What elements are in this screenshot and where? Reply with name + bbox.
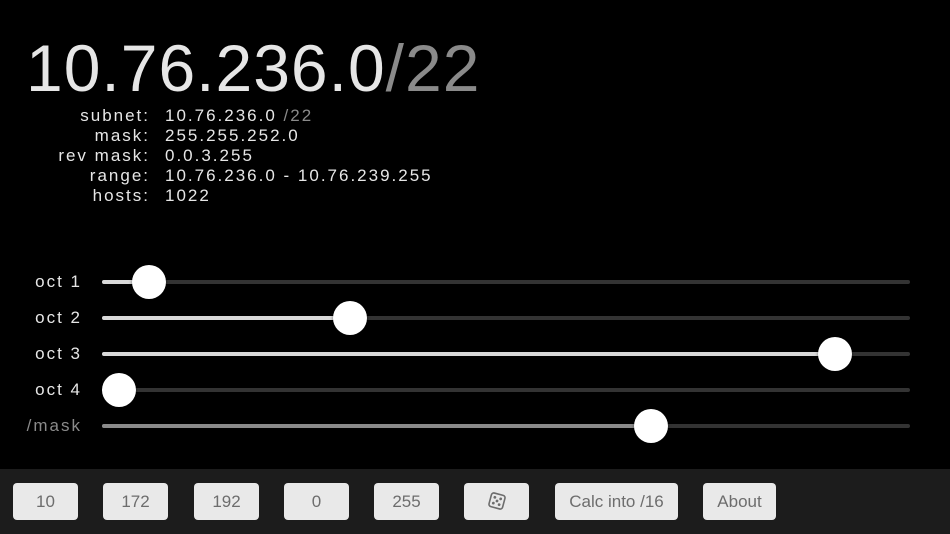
slider-mask: /mask <box>0 408 950 444</box>
slider-track-oct-3[interactable] <box>102 337 910 371</box>
hosts-value: 1022 <box>165 186 211 205</box>
slider-track-oct-2[interactable] <box>102 301 910 335</box>
slider-label-oct-1: oct 1 <box>35 272 82 291</box>
title-ip: 10.76.236.0 <box>26 31 386 105</box>
slider-oct-1: oct 1 <box>0 264 950 300</box>
preset-192-button[interactable]: 192 <box>194 483 259 520</box>
preset-255-button[interactable]: 255 <box>374 483 439 520</box>
slider-label-oct-2: oct 2 <box>35 308 82 327</box>
range-label: range: <box>89 166 150 185</box>
slider-thumb-oct-4[interactable] <box>102 373 136 407</box>
slider-track-oct-4[interactable] <box>102 373 910 407</box>
subnet-cidr: /22 <box>283 106 314 125</box>
range-value: 10.76.236.0 - 10.76.239.255 <box>165 166 433 185</box>
slider-fill-oct-2 <box>102 316 350 320</box>
slider-thumb-oct-2[interactable] <box>332 301 367 335</box>
slider-fill-mask <box>102 424 652 428</box>
hosts-label: hosts: <box>92 186 150 205</box>
preset-0-button[interactable]: 0 <box>284 483 349 520</box>
slider-oct-4: oct 4 <box>0 372 950 408</box>
slider-oct-3: oct 3 <box>0 336 950 372</box>
slider-thumb-mask[interactable] <box>634 409 669 443</box>
slider-track-oct-1[interactable] <box>102 265 910 299</box>
random-button[interactable] <box>464 483 529 520</box>
slider-thumb-oct-1[interactable] <box>132 265 167 299</box>
mask-value: 255.255.252.0 <box>165 126 300 145</box>
title-cidr: /22 <box>385 31 481 105</box>
slider-label-oct-3: oct 3 <box>35 344 82 363</box>
rev-mask-value: 0.0.3.255 <box>165 146 254 165</box>
dice-icon <box>487 492 506 510</box>
calc-into-16-button[interactable]: Calc into /16 <box>555 483 678 520</box>
about-button[interactable]: About <box>703 483 776 520</box>
subnet-label: subnet: <box>80 106 150 125</box>
slider-thumb-oct-3[interactable] <box>818 337 853 371</box>
slider-fill-oct-3 <box>102 352 836 356</box>
slider-label-mask: /mask <box>26 416 82 435</box>
rev-mask-label: rev mask: <box>58 146 150 165</box>
subnet-calculator-screen: 10.76.236.0/22 subnet: 10.76.236.0 /22 m… <box>0 0 950 534</box>
slider-track-mask[interactable] <box>102 409 910 443</box>
page-title: 10.76.236.0/22 <box>26 28 480 108</box>
mask-label: mask: <box>94 126 150 145</box>
bottom-toolbar: 10 172 192 0 255 Calc into /16 About <box>0 469 950 534</box>
slider-oct-2: oct 2 <box>0 300 950 336</box>
slider-label-oct-4: oct 4 <box>35 380 82 399</box>
subnet-value: 10.76.236.0 /22 <box>165 106 313 126</box>
preset-172-button[interactable]: 172 <box>103 483 168 520</box>
preset-10-button[interactable]: 10 <box>13 483 78 520</box>
subnet-ip: 10.76.236.0 <box>165 106 277 125</box>
